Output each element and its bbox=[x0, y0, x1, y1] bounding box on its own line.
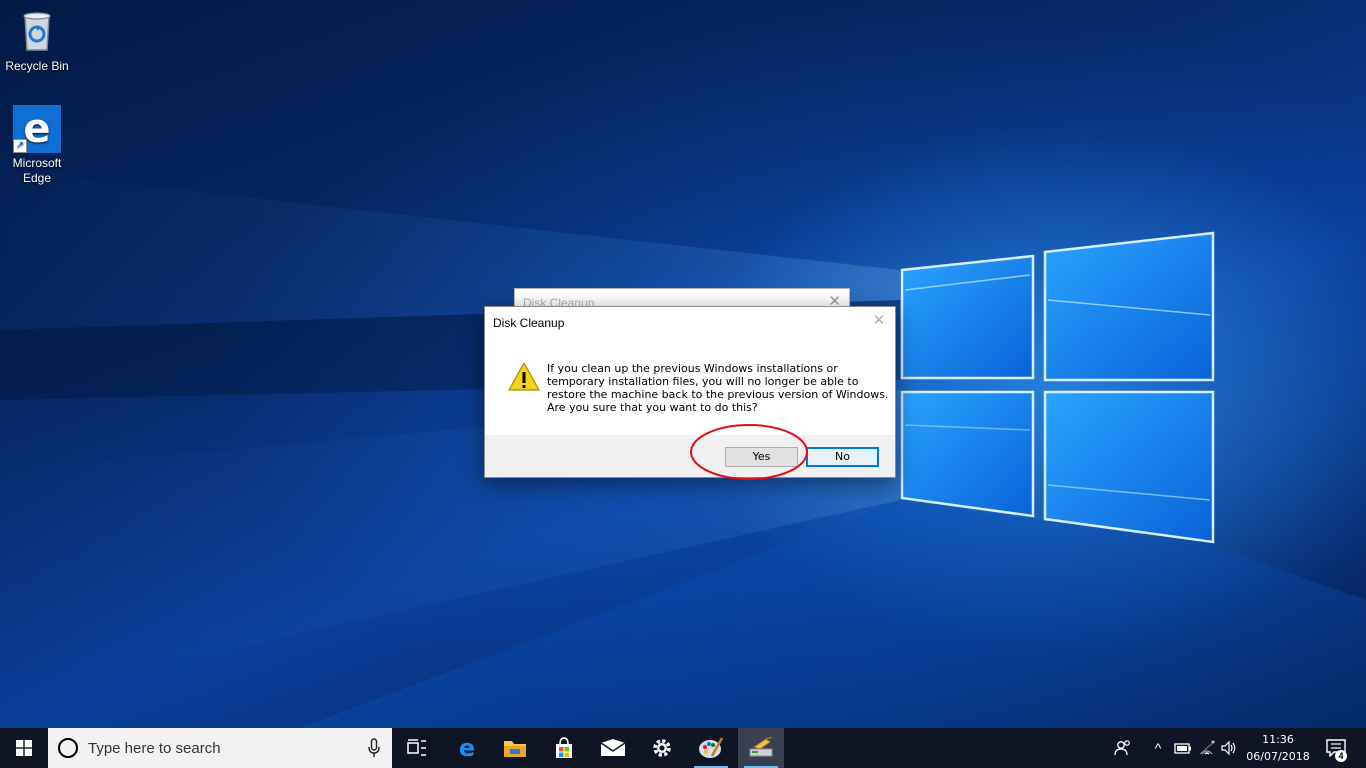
dialog-title: Disk Cleanup bbox=[493, 316, 565, 330]
store-icon bbox=[556, 737, 572, 758]
desktop-icon-label-line1: Microsoft bbox=[12, 156, 62, 170]
clock-time: 11:36 bbox=[1262, 733, 1294, 746]
message-line: temporary installation files, you will n… bbox=[547, 375, 859, 388]
volume-icon[interactable] bbox=[1218, 728, 1240, 768]
show-hidden-icons-chevron-icon[interactable]: ^ bbox=[1146, 728, 1170, 768]
dialog-message: If you clean up the previous Windows ins… bbox=[547, 362, 889, 414]
message-line: restore the machine back to the previous… bbox=[547, 388, 889, 401]
shortcut-arrow-icon: ↗ bbox=[13, 139, 27, 153]
svg-text:*: * bbox=[1211, 740, 1215, 748]
taskbar-settings-button[interactable] bbox=[639, 728, 685, 768]
search-placeholder: Type here to search bbox=[88, 740, 221, 757]
paint-icon bbox=[699, 737, 724, 758]
desktop-icon-microsoft-edge[interactable]: e ↗ Microsoft Edge bbox=[0, 105, 74, 186]
taskbar-mail-button[interactable] bbox=[590, 728, 636, 768]
taskbar-clock[interactable]: 11:36 06/07/2018 bbox=[1244, 728, 1312, 768]
cortana-icon bbox=[58, 738, 78, 758]
notification-count-badge: 4 bbox=[1335, 750, 1347, 762]
message-line: Are you sure that you want to do this? bbox=[547, 401, 758, 414]
people-button[interactable] bbox=[1108, 728, 1138, 768]
desktop-icon-recycle-bin[interactable]: Recycle Bin bbox=[0, 8, 74, 74]
taskbar-paint-button[interactable] bbox=[688, 728, 734, 768]
message-line: If you clean up the previous Windows ins… bbox=[547, 362, 838, 375]
edge-icon: e bbox=[459, 737, 475, 759]
taskbar: Type here to search e ^ * 11:36 06/07/20… bbox=[0, 728, 1366, 768]
taskbar-edge-button[interactable]: e bbox=[444, 728, 490, 768]
close-icon[interactable]: ✕ bbox=[869, 311, 889, 331]
start-button[interactable] bbox=[0, 728, 48, 768]
desktop-icon-label-line2: Edge bbox=[22, 171, 52, 185]
warning-icon bbox=[508, 362, 540, 391]
svg-text:e: e bbox=[459, 737, 475, 759]
annotation-ellipse bbox=[690, 424, 808, 480]
taskbar-file-explorer-button[interactable] bbox=[492, 728, 538, 768]
battery-icon[interactable] bbox=[1172, 728, 1194, 768]
dialog-titlebar[interactable]: Disk Cleanup ✕ bbox=[485, 307, 895, 337]
windows-start-icon bbox=[16, 740, 32, 756]
clock-date: 06/07/2018 bbox=[1246, 750, 1310, 763]
edge-icon: e ↗ bbox=[13, 105, 61, 153]
taskbar-store-button[interactable] bbox=[541, 728, 587, 768]
taskbar-disk-cleanup-button[interactable] bbox=[738, 728, 784, 768]
disk-cleanup-icon bbox=[749, 737, 773, 757]
settings-icon bbox=[653, 739, 671, 757]
recycle-bin-icon bbox=[13, 8, 61, 56]
no-button[interactable]: No bbox=[806, 447, 879, 467]
task-view-button[interactable] bbox=[394, 728, 440, 768]
file-explorer-icon bbox=[504, 741, 526, 757]
people-icon bbox=[1114, 740, 1130, 756]
action-center-button[interactable] bbox=[1316, 728, 1356, 768]
desktop-icon-label: Recycle Bin bbox=[5, 59, 69, 73]
taskbar-search-box[interactable]: Type here to search bbox=[48, 728, 392, 768]
microphone-icon[interactable] bbox=[368, 738, 380, 758]
task-view-icon bbox=[407, 739, 426, 756]
mail-icon bbox=[600, 739, 626, 756]
wifi-icon[interactable]: * bbox=[1196, 728, 1218, 768]
